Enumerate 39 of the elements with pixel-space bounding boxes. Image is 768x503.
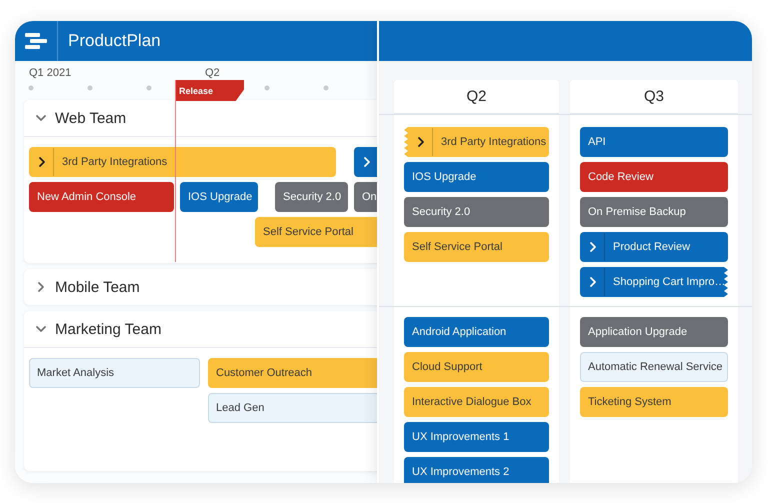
roadmap-bar[interactable]: 3rd Party Integrations [29, 147, 336, 177]
board-card[interactable]: Application Upgrade [580, 317, 728, 347]
roadmap-bar[interactable]: IOS Upgrade [180, 182, 258, 212]
release-flag[interactable]: Release [175, 80, 244, 101]
board-card[interactable]: 3rd Party Integrations [404, 127, 549, 157]
roadmap-bar[interactable]: Lead Gen [208, 393, 377, 423]
board-card[interactable]: On Premise Backup [580, 197, 728, 227]
board-card[interactable]: Android Application [404, 317, 549, 347]
lane-title: Marketing Team [55, 320, 162, 338]
chevron-icon[interactable] [35, 112, 47, 124]
app-title: ProductPlan [68, 31, 161, 51]
board-card[interactable]: Code Review [580, 162, 728, 192]
logo-icon [25, 33, 47, 49]
column-header: Q2 [394, 80, 559, 114]
board-card[interactable]: API [580, 127, 728, 157]
board-card[interactable]: UX Improvements 1 [404, 422, 549, 452]
board-card[interactable]: Ticketing System [580, 387, 728, 417]
roadmap-bar[interactable]: Security 2.0 [275, 182, 348, 212]
board-card[interactable]: Self Service Portal [404, 232, 549, 262]
roadmap-bar[interactable]: Customer Outreach [208, 358, 377, 388]
board-card[interactable]: Automatic Renewal Service [580, 352, 728, 382]
lane-title: Web Team [55, 110, 126, 126]
board-card[interactable]: Shopping Cart Impro… [580, 267, 728, 297]
board-card[interactable]: Cloud Support [404, 352, 549, 382]
quarter-label: Q2 [205, 67, 220, 79]
chevron-icon[interactable] [35, 323, 47, 335]
roadmap-bar[interactable]: Market Analysis [29, 358, 200, 388]
roadmap-bar[interactable]: On [354, 182, 377, 212]
quarter-label: Q1 2021 [29, 67, 72, 79]
board-card[interactable]: Product Review [580, 232, 728, 262]
board-card[interactable]: IOS Upgrade [404, 162, 549, 192]
board-card[interactable]: Security 2.0 [404, 197, 549, 227]
roadmap-bar[interactable]: Self Service Portal [255, 217, 377, 247]
board-card[interactable]: Interactive Dialogue Box [404, 387, 549, 417]
board-card[interactable]: UX Improvements 2 [404, 457, 549, 483]
roadmap-bar[interactable]: New Admin Console [29, 182, 174, 212]
chevron-icon[interactable] [35, 281, 47, 293]
lane-title: Mobile Team [55, 278, 140, 296]
column-header: Q3 [570, 80, 738, 114]
